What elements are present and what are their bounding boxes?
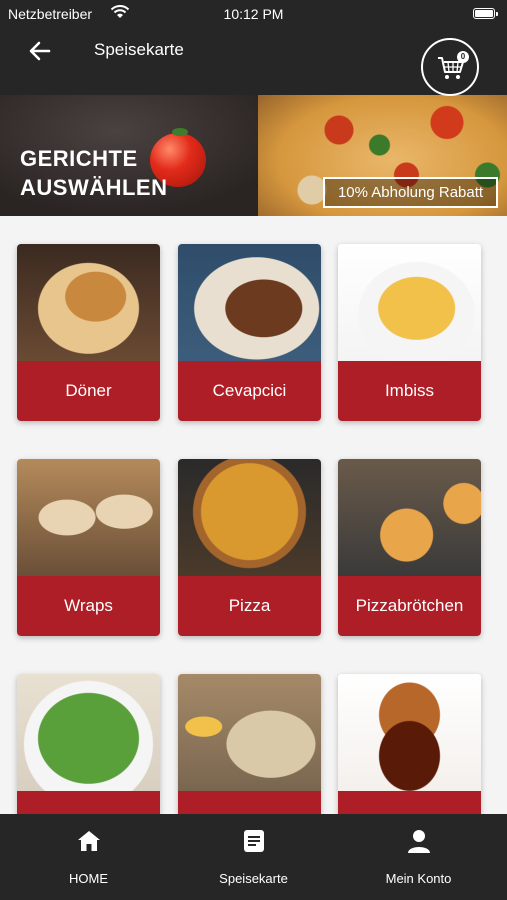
category-card-salad[interactable] xyxy=(17,674,160,814)
status-time: 10:12 PM xyxy=(223,6,284,22)
category-card-toast[interactable] xyxy=(178,674,321,814)
cart-button[interactable]: 0 xyxy=(421,38,479,96)
category-image xyxy=(338,244,481,361)
tab-speisekarte[interactable]: Speisekarte xyxy=(169,814,338,900)
banner-headline-line2: AUSWÄHLEN xyxy=(20,175,168,200)
promo-banner: GERICHTE AUSWÄHLEN 10% Abholung Rabatt xyxy=(0,95,507,216)
banner-leaf xyxy=(172,128,188,136)
status-bar: Netzbetreiber 10:12 PM xyxy=(0,0,507,28)
category-label xyxy=(17,791,160,814)
category-label: Döner xyxy=(17,361,160,421)
category-label: Pizzabrötchen xyxy=(338,576,481,636)
category-label: Cevapcici xyxy=(178,361,321,421)
category-image xyxy=(178,244,321,361)
category-label: Imbiss xyxy=(338,361,481,421)
arrow-left-icon xyxy=(29,41,51,61)
cart-count-badge: 0 xyxy=(457,51,469,63)
category-card-wraps[interactable]: Wraps xyxy=(17,459,160,636)
category-label: Pizza xyxy=(178,576,321,636)
category-card-cevapcici[interactable]: Cevapcici xyxy=(178,244,321,421)
category-card-drinks[interactable] xyxy=(338,674,481,814)
category-label xyxy=(338,791,481,814)
category-grid: Döner Cevapcici Imbiss Wraps Pizza Pizza… xyxy=(0,228,507,814)
menu-icon xyxy=(244,830,264,852)
category-card-imbiss[interactable]: Imbiss xyxy=(338,244,481,421)
category-image xyxy=(17,674,160,791)
category-card-doener[interactable]: Döner xyxy=(17,244,160,421)
tab-label: HOME xyxy=(69,871,108,886)
tab-home[interactable]: HOME xyxy=(4,814,173,900)
category-image xyxy=(17,244,160,361)
user-icon xyxy=(408,830,430,853)
tab-label: Mein Konto xyxy=(385,871,452,886)
battery-icon xyxy=(473,8,498,19)
back-button[interactable] xyxy=(27,38,53,64)
category-image xyxy=(17,459,160,576)
category-label xyxy=(178,791,321,814)
tab-label: Speisekarte xyxy=(219,871,288,886)
home-icon xyxy=(78,831,100,851)
category-label: Wraps xyxy=(17,576,160,636)
promo-label: 10% Abholung Rabatt xyxy=(323,177,498,208)
category-image xyxy=(178,674,321,791)
tab-mein-konto[interactable]: Mein Konto xyxy=(334,814,503,900)
category-card-pizza[interactable]: Pizza xyxy=(178,459,321,636)
bottom-tab-bar: HOME Speisekarte Mein Konto xyxy=(0,814,507,900)
category-image xyxy=(338,674,481,791)
banner-headline-line1: GERICHTE xyxy=(20,146,138,171)
banner-headline: GERICHTE AUSWÄHLEN xyxy=(20,144,168,202)
category-image xyxy=(178,459,321,576)
page-title: Speisekarte xyxy=(94,40,184,59)
category-image xyxy=(338,459,481,576)
category-card-pizzabroetchen[interactable]: Pizzabrötchen xyxy=(338,459,481,636)
